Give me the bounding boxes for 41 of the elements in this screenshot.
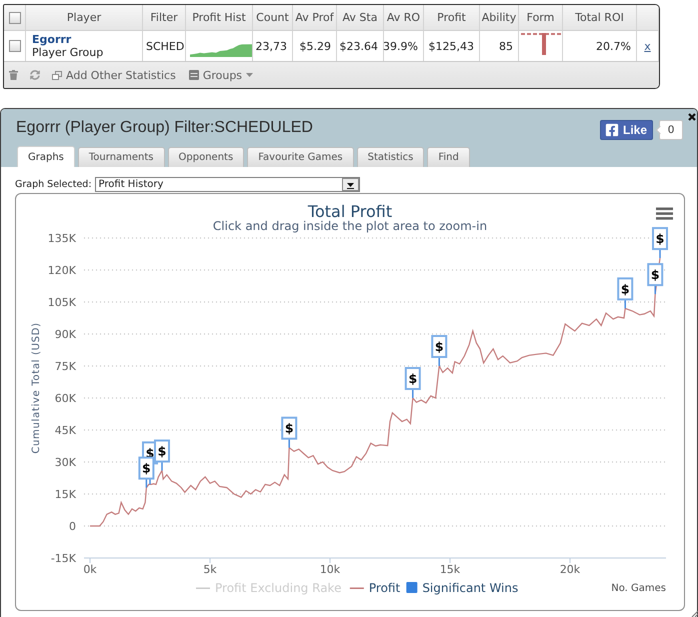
legend-label: Profit [368,581,400,595]
panel-title: Egorrr (Player Group) Filter:SCHEDULED [16,118,313,136]
axis-label: 5k [203,563,217,576]
player-group-text: Player Group [32,46,104,59]
table-cell: $5.29 [293,31,337,61]
axis-label: 10k [320,563,340,576]
chart-subtitle: Click and drag inside the plot area to zoom-in [212,219,488,233]
table-cell: 23,73 [253,31,293,61]
axis-label: 30K [54,456,76,469]
table-cell: 85 [480,31,519,61]
axis-title: No. Games [611,583,666,594]
axis-label: 45K [54,424,76,437]
annotation: $ [434,339,444,354]
table-cell: $23.64 [337,31,384,61]
axis-label: 15K [54,488,76,501]
annotation: $ [656,231,664,246]
annotation: $ [620,281,630,296]
chart-title: Total Profit [308,202,392,221]
annotation: $ [142,460,151,476]
axis-label: 15k [440,563,460,576]
field-label: Graph Selected: [15,178,92,190]
axis-label: 0k [83,563,97,576]
annotation: $ [408,371,418,386]
axis-label: 60K [54,392,76,405]
table-cell: 39.9% [384,31,424,61]
annotation: $ [158,444,166,459]
axis-label: -15K [50,552,76,565]
axis-label: 20k [560,563,580,576]
axis-label: 75K [54,360,76,373]
annotation: $ [284,420,294,436]
annotation: $ [650,267,660,282]
like-count: 0 [655,120,683,140]
table-cell: $125,43 [424,31,480,61]
axis-label: 120K [48,264,76,277]
axis-label: 105K [48,296,76,309]
axis-label: 90K [54,328,76,341]
axis-label: 135K [48,232,76,245]
axis-label: 0 [69,520,76,533]
table-cell: 20.7% [563,31,637,61]
axis-title: Cumulative Total (USD) [31,322,42,454]
table-cell: SCHED [143,31,186,61]
